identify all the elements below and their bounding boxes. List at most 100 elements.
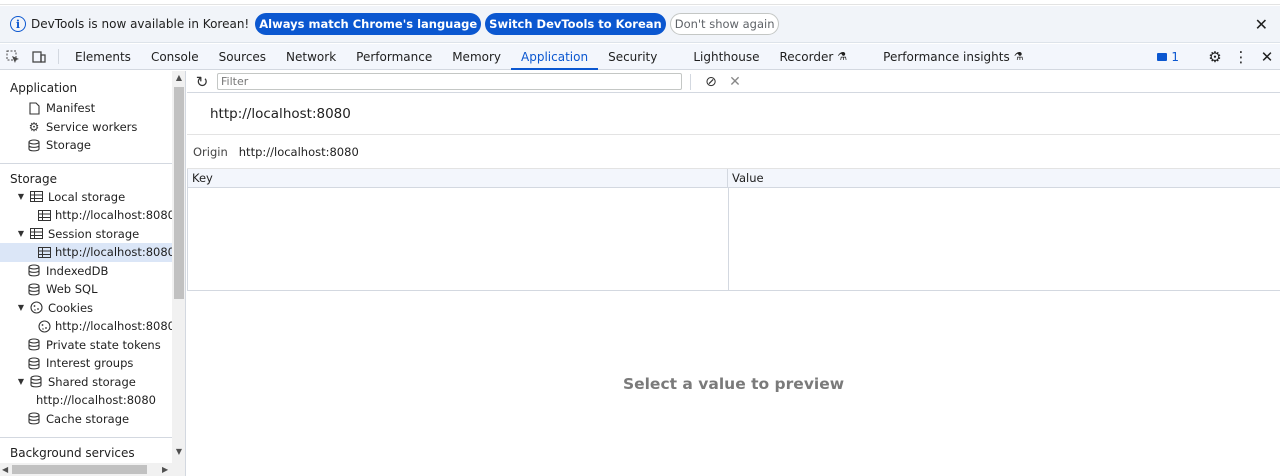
- table-icon: [38, 245, 51, 259]
- dont-show-again-button[interactable]: Don't show again: [669, 13, 780, 35]
- sidebar-item-local-storage[interactable]: ▼ Local storage: [0, 188, 172, 207]
- expand-arrow-icon[interactable]: ▼: [16, 303, 26, 312]
- column-header-key[interactable]: Key: [188, 169, 728, 187]
- expand-arrow-icon[interactable]: ▼: [16, 192, 26, 201]
- always-match-language-button[interactable]: Always match Chrome's language: [255, 13, 482, 35]
- tab-performance-insights[interactable]: Performance insights ⚗: [873, 44, 1033, 69]
- tab-lighthouse[interactable]: Lighthouse: [683, 44, 769, 69]
- sidebar-item-label: Cache storage: [46, 411, 130, 426]
- storage-toolbar: ↻ Filter ⊘ ✕: [187, 71, 1280, 93]
- tab-sources[interactable]: Sources: [209, 44, 276, 69]
- key-value-table[interactable]: Key Value: [187, 169, 1280, 291]
- sidebar-item-label: http://localhost:8080: [55, 208, 175, 223]
- origin-label: Origin: [193, 144, 228, 159]
- database-icon: [26, 412, 42, 426]
- sidebar-item-session-storage[interactable]: ▼ Session storage: [0, 225, 172, 244]
- table-icon: [28, 227, 44, 241]
- scrollbar-thumb[interactable]: [12, 465, 147, 474]
- sidebar-item-label: Shared storage: [48, 374, 136, 389]
- database-icon: [26, 138, 42, 152]
- sidebar-vertical-scrollbar[interactable]: ▲ ▼: [172, 71, 185, 463]
- more-options-icon[interactable]: ⋮: [1228, 48, 1254, 66]
- tab-elements[interactable]: Elements: [65, 44, 141, 69]
- sidebar-horizontal-scrollbar[interactable]: ◀ ▶: [0, 463, 185, 476]
- tab-performance[interactable]: Performance: [346, 44, 442, 69]
- sidebar-item-indexeddb[interactable]: IndexedDB: [0, 262, 172, 281]
- scroll-right-arrow-icon[interactable]: ▶: [162, 463, 168, 476]
- value-preview-pane: Select a value to preview: [187, 292, 1280, 476]
- delete-selected-icon[interactable]: ✕: [723, 74, 747, 90]
- table-body: [188, 188, 1280, 290]
- toolbar-right-actions: 1 ⚙ ⋮ ✕: [1157, 44, 1280, 70]
- sidebar-item-shared-storage[interactable]: ▼ Shared storage: [0, 373, 172, 392]
- clear-all-icon[interactable]: ⊘: [699, 74, 723, 90]
- sidebar-item-cache-storage[interactable]: Cache storage: [0, 410, 172, 429]
- window-top-edge: [0, 0, 1280, 5]
- filter-input[interactable]: Filter: [217, 73, 682, 90]
- tab-security[interactable]: Security: [598, 44, 683, 69]
- expand-arrow-icon[interactable]: ▼: [16, 377, 26, 386]
- tab-network[interactable]: Network: [276, 44, 346, 69]
- device-toolbar-icon[interactable]: [26, 44, 52, 69]
- sidebar-section-application: Application: [10, 81, 78, 95]
- sidebar-item-manifest[interactable]: Manifest: [0, 99, 172, 118]
- issues-counter[interactable]: 1: [1157, 50, 1179, 64]
- infobar-message: DevTools is now available in Korean!: [31, 17, 250, 31]
- refresh-icon[interactable]: ↻: [187, 73, 217, 91]
- sidebar-item-label: Storage: [46, 138, 91, 153]
- sidebar-item-local-storage-origin[interactable]: http://localhost:8080: [0, 206, 175, 225]
- settings-gear-icon[interactable]: ⚙: [1202, 48, 1228, 66]
- application-sidebar: Application Manifest ⚙ Service workers S…: [0, 71, 186, 476]
- database-icon: [26, 356, 42, 370]
- sidebar-item-service-workers[interactable]: ⚙ Service workers: [0, 118, 172, 137]
- column-header-value[interactable]: Value: [728, 169, 1280, 187]
- cookie-icon: [38, 319, 51, 333]
- tab-recorder[interactable]: Recorder ⚗: [770, 44, 874, 69]
- close-devtools-icon[interactable]: ✕: [1254, 48, 1280, 66]
- sidebar-item-label: IndexedDB: [46, 263, 109, 278]
- sidebar-item-storage[interactable]: Storage: [0, 136, 172, 155]
- scroll-up-arrow-icon[interactable]: ▲: [172, 73, 185, 82]
- sidebar-item-label: Manifest: [46, 101, 96, 116]
- sidebar-item-private-state-tokens[interactable]: Private state tokens: [0, 336, 172, 355]
- database-icon: [28, 375, 44, 389]
- expand-arrow-icon[interactable]: ▼: [16, 229, 26, 238]
- language-infobar: i DevTools is now available in Korean! A…: [0, 6, 1280, 43]
- origin-row: Origin http://localhost:8080: [187, 135, 1280, 169]
- experimental-flask-icon: ⚗: [1013, 50, 1024, 63]
- tab-memory[interactable]: Memory: [442, 44, 511, 69]
- close-infobar-icon[interactable]: ✕: [1255, 15, 1268, 34]
- sidebar-item-label: http://localhost:8080: [36, 393, 156, 408]
- sidebar-item-label: http://localhost:8080: [55, 319, 175, 334]
- inspect-element-icon[interactable]: [0, 44, 26, 69]
- sidebar-item-label: Session storage: [48, 226, 140, 241]
- sidebar-item-session-storage-origin[interactable]: http://localhost:8080: [0, 243, 175, 262]
- table-header: Key Value: [188, 169, 1280, 188]
- sidebar-item-label: Interest groups: [46, 356, 134, 371]
- sidebar-item-cookies-origin[interactable]: http://localhost:8080: [0, 317, 175, 336]
- database-icon: [26, 338, 42, 352]
- tab-application[interactable]: Application: [511, 44, 599, 70]
- switch-to-korean-button[interactable]: Switch DevTools to Korean: [485, 13, 666, 35]
- issues-count: 1: [1171, 50, 1179, 64]
- sidebar-item-cookies[interactable]: ▼ Cookies: [0, 299, 172, 318]
- tab-console[interactable]: Console: [141, 44, 209, 69]
- table-icon: [38, 208, 51, 222]
- sidebar-item-interest-groups[interactable]: Interest groups: [0, 354, 172, 373]
- scrollbar-thumb[interactable]: [174, 87, 184, 299]
- sidebar-item-websql[interactable]: Web SQL: [0, 280, 172, 299]
- sidebar-tree: Application Manifest ⚙ Service workers S…: [0, 71, 175, 460]
- database-icon: [26, 264, 42, 278]
- issues-icon: [1157, 53, 1168, 61]
- sidebar-item-label: Web SQL: [46, 282, 98, 297]
- scroll-left-arrow-icon[interactable]: ◀: [2, 463, 8, 476]
- origin-value: http://localhost:8080: [238, 144, 359, 159]
- sidebar-item-shared-storage-origin[interactable]: http://localhost:8080: [0, 391, 172, 410]
- gears-icon: ⚙: [28, 119, 40, 134]
- storage-main-panel: ↻ Filter ⊘ ✕ http://localhost:8080 Origi…: [187, 71, 1280, 476]
- sidebar-item-label: Private state tokens: [46, 337, 161, 352]
- scroll-down-arrow-icon[interactable]: ▼: [172, 447, 185, 456]
- tab-recorder-label: Recorder: [779, 49, 834, 64]
- sidebar-section-storage: Storage: [10, 171, 57, 186]
- info-icon: i: [10, 16, 26, 32]
